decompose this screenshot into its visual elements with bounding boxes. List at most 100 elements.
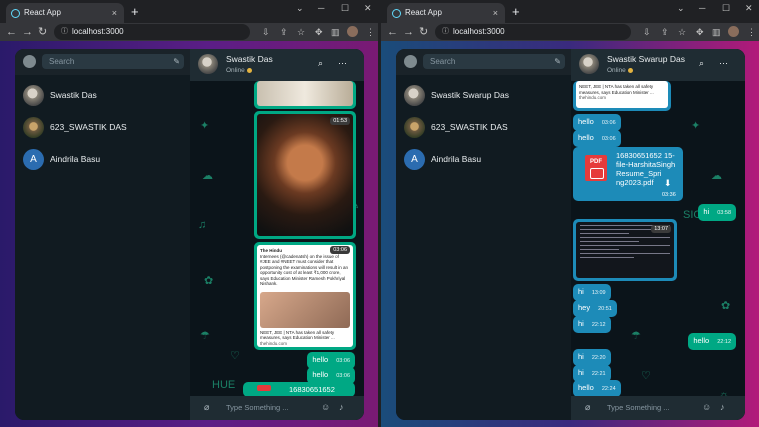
chat-avatar[interactable] — [579, 54, 599, 74]
install-icon[interactable]: ⇩ — [643, 24, 651, 40]
address-bar[interactable]: ⓘ localhost:3000 — [54, 24, 250, 40]
pen-icon[interactable]: ✎ — [173, 54, 180, 69]
mic-icon[interactable]: ♪ — [720, 402, 725, 412]
search-icon[interactable]: ⌕ — [318, 58, 323, 69]
message-input[interactable]: Type Something ... — [226, 403, 289, 412]
search-input[interactable]: Search ✎ — [42, 54, 184, 69]
my-avatar[interactable] — [23, 55, 36, 68]
info-icon[interactable]: ⓘ — [61, 24, 68, 40]
share-icon[interactable]: ⇪ — [280, 24, 288, 40]
extensions-icon[interactable]: ✥ — [696, 24, 704, 40]
contact-item[interactable]: A Aindrila Basu — [15, 145, 190, 175]
close-window-icon[interactable]: ✕ — [364, 3, 372, 14]
contact-name: Swastik Das — [50, 90, 97, 100]
message-text: hi — [578, 287, 584, 296]
search-input[interactable]: Search ✎ — [423, 54, 565, 69]
back-icon[interactable]: ← — [6, 24, 17, 40]
new-tab-button[interactable]: + — [131, 4, 139, 19]
maximize-icon[interactable]: ☐ — [722, 3, 730, 14]
browser-menu-icon[interactable]: ⋮ — [747, 24, 756, 40]
menu-icon[interactable]: ⋯ — [719, 58, 728, 69]
browser-window-left: React App × + ⌄ ─ ☐ ✕ ← → ↻ ⓘ localhost:… — [0, 0, 378, 427]
attach-icon[interactable]: ⌀ — [585, 402, 590, 413]
incoming-message[interactable]: hello 03:06 — [573, 130, 621, 147]
my-avatar[interactable] — [404, 55, 417, 68]
contact-item[interactable]: 623_SWASTIK DAS — [15, 113, 190, 143]
image-message[interactable] — [254, 81, 356, 109]
bookmark-icon[interactable]: ☆ — [678, 24, 686, 40]
doodle-icon: ✿ — [721, 300, 731, 312]
contact-item[interactable]: A Aindrila Basu — [396, 145, 571, 175]
message-text: hello — [312, 370, 329, 379]
forward-icon[interactable]: → — [403, 24, 414, 40]
incoming-message[interactable]: hello 22:24 — [573, 380, 621, 397]
doodle-icon: ♫ — [198, 219, 207, 231]
outgoing-message[interactable]: hello 22:12 — [688, 333, 736, 350]
sidepanel-icon[interactable]: ▥ — [712, 24, 721, 40]
maximize-icon[interactable]: ☐ — [341, 3, 349, 14]
image-message[interactable]: 01:53 — [254, 111, 356, 239]
back-icon[interactable]: ← — [387, 24, 398, 40]
message-text: hello — [578, 133, 594, 142]
bookmark-icon[interactable]: ☆ — [297, 24, 305, 40]
tab-search-icon[interactable]: ⌄ — [677, 3, 685, 14]
sidepanel-icon[interactable]: ▥ — [331, 24, 340, 40]
download-icon[interactable]: ⬇ — [664, 179, 672, 188]
address-bar-row: ← → ↻ ⓘ localhost:3000 ⇩ ⇪ ☆ ✥ ▥ ⋮ — [0, 23, 378, 41]
forward-icon[interactable]: → — [22, 24, 33, 40]
minimize-icon[interactable]: ─ — [699, 3, 705, 13]
incoming-message[interactable]: hello 03:06 — [573, 114, 621, 131]
menu-icon[interactable]: ⋯ — [338, 58, 347, 69]
attach-icon[interactable]: ⌀ — [204, 402, 209, 413]
emoji-icon[interactable]: ☺ — [321, 402, 330, 412]
incoming-message[interactable]: hi 22:20 — [573, 349, 611, 366]
mic-icon[interactable]: ♪ — [339, 402, 344, 412]
reload-icon[interactable]: ↻ — [38, 24, 47, 40]
message-input[interactable]: Type Something ... — [607, 403, 670, 412]
close-tab-icon[interactable]: × — [112, 3, 117, 23]
online-dot — [246, 67, 252, 73]
message-time: 03:06 — [601, 120, 616, 126]
pdf-icon: PDF — [585, 155, 607, 181]
incoming-message[interactable]: hi 22:12 — [573, 316, 611, 333]
message-time: 03:06 — [330, 246, 350, 254]
image-message[interactable]: 13:07 — [573, 219, 677, 281]
tab-search-icon[interactable]: ⌄ — [296, 3, 304, 14]
incoming-message[interactable]: hi 13:09 — [573, 284, 611, 301]
profile-avatar[interactable] — [347, 26, 358, 37]
close-tab-icon[interactable]: × — [493, 3, 498, 23]
search-icon[interactable]: ⌕ — [699, 58, 704, 69]
install-icon[interactable]: ⇩ — [262, 24, 270, 40]
chat-avatar[interactable] — [198, 54, 218, 74]
browser-tab[interactable]: React App × — [387, 3, 505, 23]
minimize-icon[interactable]: ─ — [318, 3, 324, 13]
file-message[interactable]: 16830651652 — [243, 382, 355, 409]
reload-icon[interactable]: ↻ — [419, 24, 428, 40]
contact-item[interactable]: Swastik Swarup Das — [396, 81, 571, 111]
contact-name: Aindrila Basu — [431, 154, 482, 164]
pen-icon[interactable]: ✎ — [554, 54, 561, 69]
extensions-icon[interactable]: ✥ — [315, 24, 323, 40]
link-message[interactable]: NEET, JEE | NTA has taken all safety mea… — [573, 81, 671, 111]
address-bar[interactable]: ⓘ localhost:3000 — [435, 24, 631, 40]
emoji-icon[interactable]: ☺ — [702, 402, 711, 412]
sidebar-header: Search ✎ — [396, 49, 571, 75]
info-icon[interactable]: ⓘ — [442, 24, 449, 40]
link-message[interactable]: The Hindu Internees (@cadenatsh) on the … — [254, 242, 356, 350]
share-icon[interactable]: ⇪ — [661, 24, 669, 40]
page-viewport: Search ✎ Swastik Das 623_SWASTIK DAS A A… — [0, 41, 378, 427]
outgoing-message[interactable]: hi 03:58 — [698, 204, 736, 221]
file-message[interactable]: PDF 16830651652 15-file-HarshitaSingh Re… — [573, 147, 683, 201]
new-tab-button[interactable]: + — [512, 4, 520, 19]
message-composer: ⌀ Type Something ... ☺ ♪ — [190, 396, 364, 420]
profile-avatar[interactable] — [728, 26, 739, 37]
browser-tab[interactable]: React App × — [6, 3, 124, 23]
close-window-icon[interactable]: ✕ — [745, 3, 753, 14]
contact-item[interactable]: Swastik Das — [15, 81, 190, 111]
contact-item[interactable]: 623_SWASTIK DAS — [396, 113, 571, 143]
incoming-message[interactable]: hey 20:51 — [573, 300, 617, 317]
image-content — [257, 81, 353, 106]
status-text: Online — [226, 67, 245, 74]
message-composer: ⌀ Type Something ... ☺ ♪ — [571, 396, 745, 420]
browser-menu-icon[interactable]: ⋮ — [366, 24, 375, 40]
